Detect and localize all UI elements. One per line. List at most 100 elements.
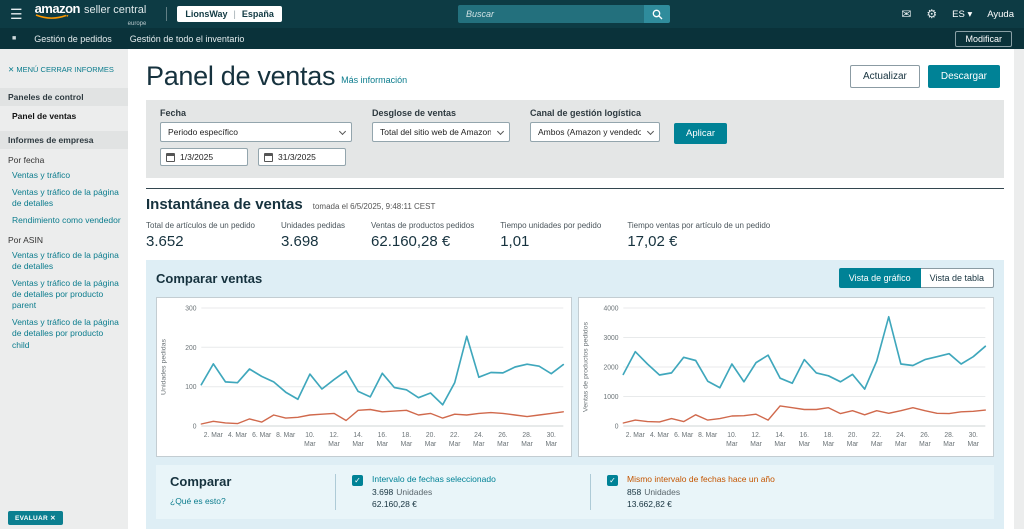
filters-panel: Fecha Periodo específico <box>146 100 1004 178</box>
hamburger-menu-icon[interactable]: ☰ <box>10 6 23 23</box>
svg-text:10.Mar: 10.Mar <box>304 432 316 448</box>
legend-units-word: Unidades <box>396 487 432 497</box>
svg-text:12.Mar: 12.Mar <box>750 432 762 448</box>
stat-unidades-por-pedido: Tiempo unidades por pedido 1,01 <box>500 221 601 250</box>
checkbox-previous-year[interactable]: ✓ <box>607 475 618 486</box>
divider: | <box>234 9 236 19</box>
svg-text:24.Mar: 24.Mar <box>473 432 485 448</box>
svg-text:22.Mar: 22.Mar <box>449 432 461 448</box>
svg-text:18.Mar: 18.Mar <box>823 432 835 448</box>
checkbox-current-period[interactable]: ✓ <box>352 475 363 486</box>
what-is-this-link[interactable]: ¿Qué es esto? <box>170 496 335 506</box>
amazon-seller-central-logo[interactable]: amazon seller central europe <box>35 2 147 27</box>
account-name: LionsWay <box>185 9 227 19</box>
top-navigation-bar: ☰ amazon seller central europe LionsWay … <box>0 0 1024 28</box>
evaluar-feedback-badge[interactable]: EVALUAR ✕ <box>8 511 63 525</box>
svg-text:2000: 2000 <box>604 364 619 371</box>
svg-text:6. Mar: 6. Mar <box>674 432 694 439</box>
legend-sales-previous: 13.662,82 € <box>627 499 775 510</box>
logo-region-text: europe <box>35 21 147 27</box>
search-button[interactable] <box>644 5 670 23</box>
svg-text:28.Mar: 28.Mar <box>943 432 955 448</box>
legend-item-previous-year: ✓ Mismo intervalo de fechas hace un año … <box>590 474 845 510</box>
svg-text:14.Mar: 14.Mar <box>352 432 364 448</box>
date-from-input[interactable] <box>180 152 242 162</box>
svg-text:16.Mar: 16.Mar <box>376 432 388 448</box>
stat-label: Total de artículos de un pedido <box>146 221 255 230</box>
sidebar-item-panel-de-ventas[interactable]: Panel de ventas <box>0 106 128 125</box>
nav-item-gestion-pedidos[interactable]: Gestión de pedidos <box>34 34 112 44</box>
stat-value: 1,01 <box>500 233 601 250</box>
help-link[interactable]: Ayuda <box>987 9 1014 20</box>
chevron-down-icon <box>339 128 346 135</box>
sidebar-item-rendimiento-como-vendedor[interactable]: Rendimiento como vendedor <box>0 212 128 229</box>
modify-button[interactable]: Modificar <box>955 31 1012 47</box>
product-sales-chart: 010002000300040002. Mar4. Mar6. Mar8. Ma… <box>578 297 994 457</box>
svg-text:24.Mar: 24.Mar <box>895 432 907 448</box>
sales-snapshot-section: Instantánea de ventas tomada el 6/5/2025… <box>146 188 1004 250</box>
calendar-icon[interactable] <box>264 153 273 162</box>
compare-title: Comparar ventas <box>156 271 262 286</box>
stat-label: Unidades pedidas <box>281 221 345 230</box>
language-selector[interactable]: ES ▾ <box>952 9 972 20</box>
legend-title: Comparar <box>170 474 335 489</box>
units-ordered-chart: 01002003002. Mar4. Mar6. Mar8. Mar10.Mar… <box>156 297 572 457</box>
favorites-grid-icon[interactable]: ■ <box>12 35 16 42</box>
svg-text:22.Mar: 22.Mar <box>871 432 883 448</box>
canal-label: Canal de gestión logística <box>530 108 660 118</box>
sales-breakdown-select[interactable]: Total del sitio web de Amazon <box>372 122 510 142</box>
date-to-input[interactable] <box>278 152 340 162</box>
fulfillment-channel-select[interactable]: Ambos (Amazon y vendedor) <box>530 122 660 142</box>
svg-text:6. Mar: 6. Mar <box>252 432 272 439</box>
stat-value: 17,02 € <box>627 233 770 250</box>
sidebar-section-paneles-de-control[interactable]: Paneles de control <box>0 88 128 106</box>
sidebar-item-ventas-trafico-pagina-detalles[interactable]: Ventas y tráfico de la página de detalle… <box>0 184 128 212</box>
apply-button[interactable]: Aplicar <box>674 123 727 144</box>
nav-item-gestion-inventario[interactable]: Gestión de todo el inventario <box>130 34 245 44</box>
table-view-button[interactable]: Vista de tabla <box>921 268 994 288</box>
stat-unidades-pedidas: Unidades pedidas 3.698 <box>281 221 345 250</box>
refresh-button[interactable]: Actualizar <box>850 65 920 88</box>
chevron-down-icon <box>647 128 654 135</box>
svg-text:20.Mar: 20.Mar <box>425 432 437 448</box>
logo-seller-text: seller central <box>84 5 146 16</box>
product-sales-chart-svg: 010002000300040002. Mar4. Mar6. Mar8. Ma… <box>579 298 993 456</box>
settings-gear-icon[interactable]: ⚙ <box>926 7 937 21</box>
svg-text:14.Mar: 14.Mar <box>774 432 786 448</box>
account-marketplace-switcher[interactable]: LionsWay | España <box>177 6 282 22</box>
sidebar-item-asin-producto-parent[interactable]: Ventas y tráfico de la página de detalle… <box>0 275 128 314</box>
svg-text:20.Mar: 20.Mar <box>847 432 859 448</box>
svg-text:8. Mar: 8. Mar <box>276 432 296 439</box>
svg-text:10.Mar: 10.Mar <box>726 432 738 448</box>
date-from-field <box>160 148 248 166</box>
search-input[interactable] <box>458 5 644 23</box>
legend-label-previous[interactable]: Mismo intervalo de fechas hace un año <box>627 474 775 485</box>
divider <box>166 7 167 21</box>
chevron-down-icon <box>497 128 504 135</box>
close-reports-menu[interactable]: ✕ MENÚ CERRAR INFORMES <box>0 65 128 82</box>
messages-icon[interactable]: ✉ <box>901 7 911 21</box>
sidebar-item-asin-producto-child[interactable]: Ventas y tráfico de la página de detalle… <box>0 314 128 353</box>
chart-view-button[interactable]: Vista de gráfico <box>839 268 921 288</box>
sidebar-item-ventas-y-trafico[interactable]: Ventas y tráfico <box>0 167 128 184</box>
page-title: Panel de ventas <box>146 61 335 92</box>
svg-text:Unidades pedidas: Unidades pedidas <box>161 338 168 395</box>
download-button[interactable]: Descargar <box>928 65 1000 88</box>
more-info-link[interactable]: Más información <box>341 75 407 85</box>
snapshot-timestamp: tomada el 6/5/2025, 9:48:11 CEST <box>313 202 436 211</box>
svg-text:12.Mar: 12.Mar <box>328 432 340 448</box>
main-content: Panel de ventas Más información Actualiz… <box>128 49 1014 529</box>
stat-label: Tiempo ventas por artículo de un pedido <box>627 221 770 230</box>
legend-label-current[interactable]: Intervalo de fechas seleccionado <box>372 474 496 485</box>
stat-label: Ventas de productos pedidos <box>371 221 474 230</box>
sidebar-section-informes-de-empresa[interactable]: Informes de empresa <box>0 131 128 149</box>
svg-text:28.Mar: 28.Mar <box>521 432 533 448</box>
svg-text:3000: 3000 <box>604 335 619 342</box>
sidebar-item-asin-pagina-detalles[interactable]: Ventas y tráfico de la página de detalle… <box>0 247 128 275</box>
calendar-icon[interactable] <box>166 153 175 162</box>
legend-units-current: 3.698 <box>372 487 393 497</box>
period-select[interactable]: Periodo específico <box>160 122 352 142</box>
stat-ventas-productos: Ventas de productos pedidos 62.160,28 € <box>371 221 474 250</box>
stat-value: 3.698 <box>281 233 345 250</box>
legend-units-previous: 858 <box>627 487 641 497</box>
